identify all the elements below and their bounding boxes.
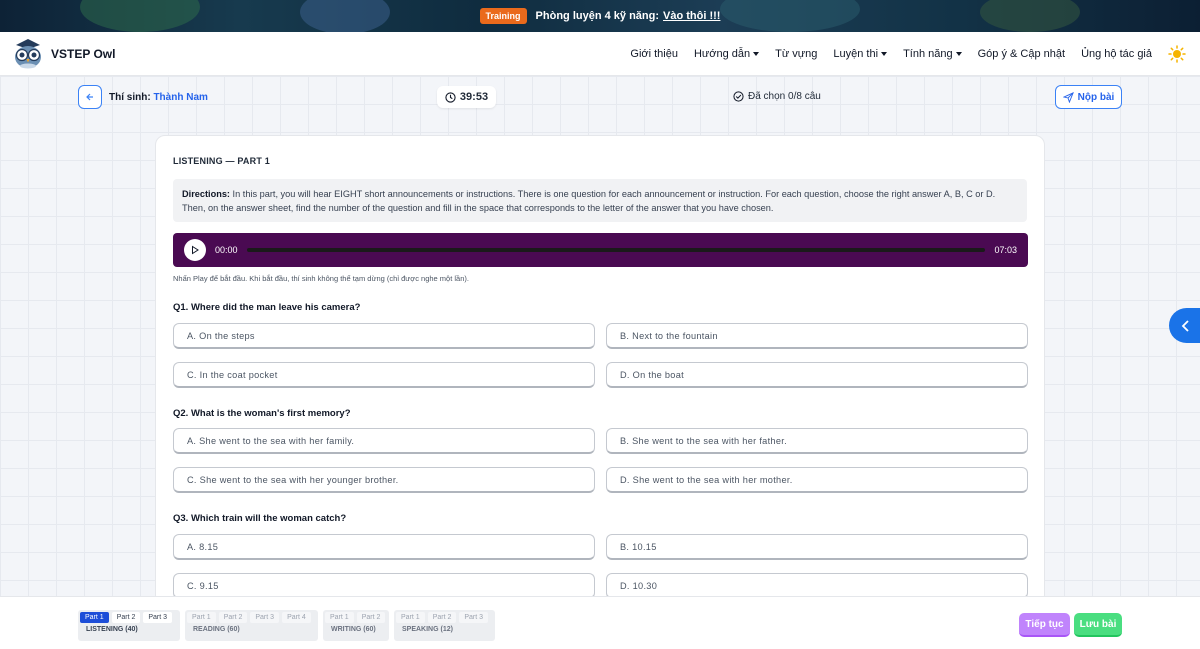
directions-text: In this part, you will hear EIGHT short … <box>182 189 996 213</box>
timer-value: 39:53 <box>459 91 489 103</box>
main-menu: Giới thiệu Hướng dẫn Từ vựng Luyện thi T… <box>630 44 1186 63</box>
selected-count-text: Đã chọn 0/8 câu <box>748 91 821 102</box>
part-tab[interactable]: Part 4 <box>282 612 311 623</box>
nav-item-donate[interactable]: Ủng hộ tác giả <box>1081 48 1152 60</box>
candidate-name: Thành Nam <box>153 92 208 103</box>
answer-option[interactable]: C. She went to the sea with her younger … <box>173 467 595 493</box>
audio-player: 00:00 07:03 <box>173 233 1028 267</box>
play-button[interactable] <box>184 239 206 261</box>
part-tab[interactable]: Part 2 <box>111 612 141 623</box>
selected-count: Đã chọn 0/8 câu <box>733 91 821 102</box>
play-icon <box>192 245 199 255</box>
skill-name: SPEAKING (12) <box>402 626 453 633</box>
answer-option[interactable]: A. She went to the sea with her family. <box>173 428 595 454</box>
brand-name: VSTEP Owl <box>51 46 116 61</box>
nav-item-practice-label: Luyện thi <box>833 47 879 60</box>
part-tab[interactable]: Part 2 <box>356 612 386 623</box>
exam-card: LISTENING — PART 1 Directions: In this p… <box>155 135 1045 605</box>
audio-progress-track[interactable] <box>247 248 985 252</box>
skill-writing: Part 1 Part 2 WRITING (60) <box>323 610 389 641</box>
side-panel-toggle[interactable] <box>1169 308 1200 343</box>
chevron-down-icon <box>881 51 888 56</box>
part-tab[interactable]: Part 1 <box>187 612 216 623</box>
part-tab[interactable]: Part 3 <box>143 612 173 623</box>
answer-option[interactable]: B. 10.15 <box>606 534 1028 560</box>
answer-option[interactable]: D. On the boat <box>606 362 1028 388</box>
skill-name: READING (60) <box>193 626 240 633</box>
brand-logo[interactable]: VSTEP Owl <box>12 38 116 69</box>
owl-icon <box>15 38 41 68</box>
skill-name: WRITING (60) <box>331 626 376 633</box>
part-tab[interactable]: Part 1 <box>80 612 109 623</box>
send-icon <box>1062 91 1074 103</box>
part-tab[interactable]: Part 2 <box>427 612 457 623</box>
part-tab[interactable]: Part 3 <box>250 612 280 623</box>
chevron-down-icon <box>955 51 962 56</box>
banner-link[interactable]: Vào thôi !!! <box>663 10 720 22</box>
skill-listening: Part 1 Part 2 Part 3 LISTENING (40) <box>78 610 180 641</box>
nav-item-feedback[interactable]: Góp ý & Cập nhật <box>978 48 1065 60</box>
submit-button[interactable]: Nộp bài <box>1055 85 1122 109</box>
chevron-left-icon <box>1181 319 1189 332</box>
skill-reading: Part 1 Part 2 Part 3 Part 4 READING (60) <box>185 610 318 641</box>
question-title: Q3. Which train will the woman catch? <box>173 513 347 524</box>
question-title: Q2. What is the woman's first memory? <box>173 408 351 419</box>
timer: 39:53 <box>437 86 496 108</box>
answer-option[interactable]: A. On the steps <box>173 323 595 349</box>
candidate-info: Thí sinh: Thành Nam <box>109 92 208 103</box>
answer-option[interactable]: A. 8.15 <box>173 534 595 560</box>
part-tab[interactable]: Part 3 <box>459 612 489 623</box>
chevron-down-icon <box>753 51 760 56</box>
directions-label: Directions: <box>182 189 230 199</box>
section-title: LISTENING — PART 1 <box>173 156 270 166</box>
continue-button[interactable]: Tiếp tục <box>1019 613 1070 637</box>
skill-name: LISTENING (40) <box>86 626 138 633</box>
banner-text: Phòng luyện 4 kỹ năng: <box>535 10 660 22</box>
sun-icon[interactable] <box>1168 44 1186 63</box>
save-button[interactable]: Lưu bài <box>1074 613 1122 637</box>
audio-duration: 07:03 <box>994 245 1017 255</box>
audio-current-time: 00:00 <box>215 245 238 255</box>
directions-box: Directions: In this part, you will hear … <box>173 179 1027 222</box>
clock-icon <box>445 91 456 103</box>
nav-item-practice[interactable]: Luyện thi <box>833 47 888 60</box>
answer-option[interactable]: B. She went to the sea with her father. <box>606 428 1028 454</box>
answer-option[interactable]: C. In the coat pocket <box>173 362 595 388</box>
nav-item-features[interactable]: Tính năng <box>903 48 962 60</box>
question-title: Q1. Where did the man leave his camera? <box>173 302 361 313</box>
audio-hint: Nhấn Play để bắt đầu. Khi bắt đầu, thí s… <box>173 274 469 283</box>
skill-speaking: Part 1 Part 2 Part 3 SPEAKING (12) <box>394 610 495 641</box>
submit-label: Nộp bài <box>1077 91 1115 103</box>
training-badge: Training <box>479 8 527 24</box>
nav-item-intro[interactable]: Giới thiệu <box>630 48 678 60</box>
answer-option[interactable]: D. She went to the sea with her mother. <box>606 467 1028 493</box>
promo-banner: Training Phòng luyện 4 kỹ năng: Vào thôi… <box>0 0 1200 32</box>
nav-item-features-label: Tính năng <box>903 47 953 60</box>
nav-item-guide[interactable]: Hướng dẫn <box>693 47 760 60</box>
nav-item-vocab[interactable]: Từ vựng <box>775 48 817 60</box>
nav-item-guide-label: Hướng dẫn <box>693 47 751 60</box>
candidate-label: Thí sinh: <box>109 92 151 103</box>
arrow-left-icon <box>86 93 93 101</box>
answer-option[interactable]: B. Next to the fountain <box>606 323 1028 349</box>
check-circle-icon <box>733 91 744 102</box>
part-tab[interactable]: Part 1 <box>396 612 425 623</box>
part-tab[interactable]: Part 2 <box>218 612 248 623</box>
part-tab[interactable]: Part 1 <box>325 612 354 623</box>
top-nav: VSTEP Owl Giới thiệu Hướng dẫn Từ vựng L… <box>0 32 1200 76</box>
back-button[interactable] <box>78 85 102 109</box>
